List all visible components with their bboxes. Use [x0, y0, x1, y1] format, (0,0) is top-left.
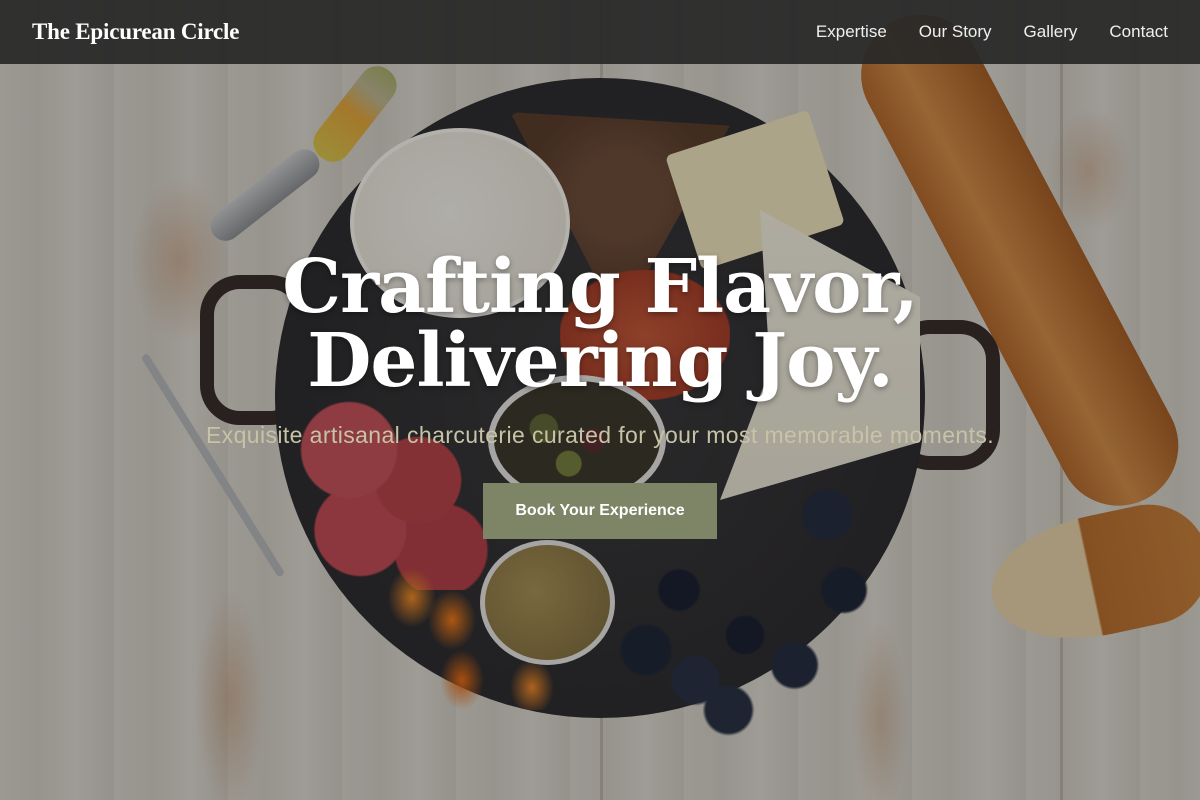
top-navbar: The Epicurean Circle Expertise Our Story… — [0, 0, 1200, 64]
hero-headline-line-2: Delivering Joy. — [307, 318, 894, 404]
book-experience-button[interactable]: Book Your Experience — [483, 483, 717, 539]
hero-content: Crafting Flavor, Delivering Joy. Exquisi… — [0, 250, 1200, 539]
nav-link-gallery[interactable]: Gallery — [1024, 22, 1078, 42]
nav-link-expertise[interactable]: Expertise — [816, 22, 887, 42]
hero-headline: Crafting Flavor, Delivering Joy. — [0, 250, 1200, 398]
nav-link-our-story[interactable]: Our Story — [919, 22, 992, 42]
nav-links: Expertise Our Story Gallery Contact — [816, 22, 1168, 42]
hero-subtitle: Exquisite artisanal charcuterie curated … — [205, 422, 995, 448]
brand-logo-link[interactable]: The Epicurean Circle — [32, 19, 239, 45]
hero-headline-line-1: Crafting Flavor, — [282, 244, 919, 330]
nav-link-contact[interactable]: Contact — [1109, 22, 1168, 42]
